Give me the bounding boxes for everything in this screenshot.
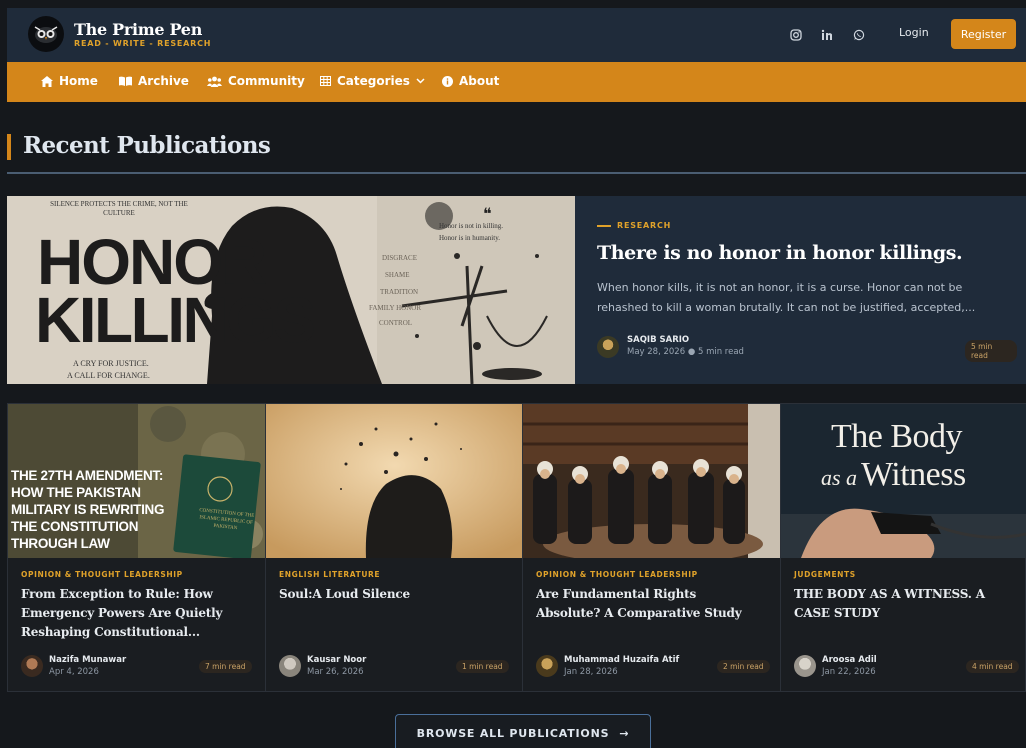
- avatar: [279, 655, 301, 677]
- featured-image-word: SHAME: [385, 271, 410, 279]
- site-header: The Prime Pen READ - WRITE - RESEARCH Lo…: [7, 8, 1026, 62]
- chevron-down-icon: [416, 78, 425, 84]
- brand-tagline: READ - WRITE - RESEARCH: [74, 39, 212, 48]
- owl-logo-icon[interactable]: [28, 16, 64, 52]
- section-accent-bar: [7, 134, 11, 160]
- featured-image-word: CONTROL: [379, 319, 413, 327]
- read-time-badge: 4 min read: [966, 660, 1019, 673]
- card-title[interactable]: THE BODY AS A WITNESS. A CASE STUDY: [794, 585, 1019, 623]
- featured-image-word: TRADITION: [380, 288, 419, 296]
- card-image[interactable]: [266, 404, 522, 558]
- nav-item-home[interactable]: Home: [41, 74, 98, 88]
- grid-icon: [320, 76, 331, 86]
- book-icon: [119, 76, 132, 86]
- card-category[interactable]: OPINION & THOUGHT LEADERSHIP: [21, 570, 183, 579]
- featured-image-word: FAMILY HONOR: [369, 304, 421, 312]
- whatsapp-icon[interactable]: [848, 24, 870, 46]
- card-title[interactable]: Soul:A Loud Silence: [279, 585, 504, 604]
- nav-item-categories[interactable]: Categories: [320, 74, 425, 88]
- card-category[interactable]: JUDGEMENTS: [794, 570, 856, 579]
- browse-all-label: BROWSE ALL PUBLICATIONS: [416, 726, 610, 740]
- login-button[interactable]: Login: [899, 26, 929, 39]
- category-dash: [597, 224, 611, 227]
- nav-item-archive[interactable]: Archive: [119, 74, 189, 88]
- card-image[interactable]: The Body as a Witness: [781, 404, 1026, 558]
- featured-image-word: DISGRACE: [382, 254, 418, 262]
- card-image[interactable]: THE 27TH AMENDMENT: HOW THE PAKISTAN MIL…: [8, 404, 265, 558]
- nav-item-label: Community: [228, 74, 305, 88]
- brand-title[interactable]: The Prime Pen: [74, 20, 202, 39]
- read-time-badge: 7 min read: [199, 660, 252, 673]
- card-author[interactable]: Kausar Noor: [307, 655, 366, 665]
- card-image-title-line2b: Witness: [861, 456, 966, 493]
- article-card[interactable]: OPINION & THOUGHT LEADERSHIP Are Fundame…: [523, 404, 781, 691]
- home-icon: [41, 75, 53, 87]
- dot-separator-icon: ●: [687, 347, 698, 357]
- featured-excerpt: When honor kills, it is not an honor, it…: [597, 281, 976, 314]
- featured-author[interactable]: SAQIB SARIO: [627, 335, 689, 345]
- article-card[interactable]: ENGLISH LITERATURE Soul:A Loud Silence K…: [266, 404, 523, 691]
- article-card[interactable]: THE 27TH AMENDMENT: HOW THE PAKISTAN MIL…: [8, 404, 266, 691]
- card-category[interactable]: OPINION & THOUGHT LEADERSHIP: [536, 570, 698, 579]
- avatar: [794, 655, 816, 677]
- featured-image-bottomtext-1: A CRY FOR JUSTICE.: [73, 359, 149, 368]
- card-image-title-line2a: as a: [821, 465, 858, 490]
- nav-item-label: Categories: [337, 74, 410, 88]
- card-image-title-line1: The Body: [831, 418, 963, 455]
- featured-date: May 28, 2026: [627, 347, 686, 357]
- featured-title[interactable]: There is no honor in honor killings.: [597, 242, 963, 264]
- featured-article[interactable]: SILENCE PROTECTS THE CRIME, NOT THE CULT…: [7, 196, 1026, 384]
- card-author[interactable]: Muhammad Huzaifa Atif: [564, 655, 679, 665]
- featured-image-headline-2: KILLINGS: [35, 284, 316, 356]
- card-date: Apr 4, 2026: [49, 667, 99, 677]
- avatar: [21, 655, 43, 677]
- card-title[interactable]: From Exception to Rule: How Emergency Po…: [21, 585, 246, 642]
- card-author[interactable]: Aroosa Adil: [822, 655, 877, 665]
- card-image[interactable]: [523, 404, 780, 558]
- featured-image-quote-2: Honor is in humanity.: [439, 234, 500, 242]
- card-date: Jan 28, 2026: [564, 667, 618, 677]
- instagram-icon[interactable]: [785, 24, 807, 46]
- featured-image-headline-1: HONOR: [37, 226, 267, 298]
- avatar: [597, 336, 619, 358]
- read-time-badge: 2 min read: [717, 660, 770, 673]
- read-time-badge: 5 min read: [965, 340, 1017, 362]
- featured-meta: May 28, 2026 ● 5 min read: [627, 347, 744, 357]
- section-title: Recent Publications: [23, 132, 271, 159]
- quote-mark-icon: ❝: [483, 206, 492, 223]
- nav-item-about[interactable]: About: [442, 74, 499, 88]
- card-title[interactable]: Are Fundamental Rights Absolute? A Compa…: [536, 585, 761, 623]
- featured-category[interactable]: RESEARCH: [597, 221, 671, 230]
- featured-image-quote-1: Honor is not in killing.: [439, 222, 503, 230]
- register-button[interactable]: Register: [951, 19, 1016, 49]
- featured-image[interactable]: SILENCE PROTECTS THE CRIME, NOT THE CULT…: [7, 196, 575, 384]
- nav-item-community[interactable]: Community: [207, 74, 305, 88]
- card-category[interactable]: ENGLISH LITERATURE: [279, 570, 380, 579]
- nav-item-label: Archive: [138, 74, 189, 88]
- article-card[interactable]: The Body as a Witness JUDGEMENTS THE BOD…: [781, 404, 1026, 691]
- featured-image-toptext: SILENCE PROTECTS THE CRIME, NOT THE CULT…: [50, 200, 188, 217]
- card-date: Jan 22, 2026: [822, 667, 876, 677]
- avatar: [536, 655, 558, 677]
- users-icon: [207, 76, 222, 87]
- card-date: Mar 26, 2026: [307, 667, 364, 677]
- browse-all-button[interactable]: BROWSE ALL PUBLICATIONS →: [395, 714, 651, 748]
- featured-body: RESEARCH There is no honor in honor kill…: [597, 196, 1017, 384]
- nav-item-label: Home: [59, 74, 98, 88]
- arrow-right-icon: →: [619, 726, 630, 740]
- card-image-text: THE 27TH AMENDMENT: HOW THE PAKISTAN MIL…: [11, 468, 165, 551]
- nav-item-label: About: [459, 74, 500, 88]
- card-author[interactable]: Nazifa Munawar: [49, 655, 126, 665]
- featured-category-label: RESEARCH: [617, 221, 672, 230]
- featured-image-bottomtext-2: A CALL FOR CHANGE.: [67, 371, 150, 380]
- section-divider: [7, 172, 1026, 174]
- card-image-title-line2: as a Witness: [821, 456, 966, 494]
- featured-read-time-inline: 5 min read: [697, 347, 744, 357]
- read-time-badge: 1 min read: [456, 660, 509, 673]
- main-nav: Home Archive Community Categories About: [7, 62, 1026, 102]
- info-icon: [442, 75, 453, 87]
- linkedin-icon[interactable]: [816, 24, 838, 46]
- article-grid: THE 27TH AMENDMENT: HOW THE PAKISTAN MIL…: [7, 403, 1026, 692]
